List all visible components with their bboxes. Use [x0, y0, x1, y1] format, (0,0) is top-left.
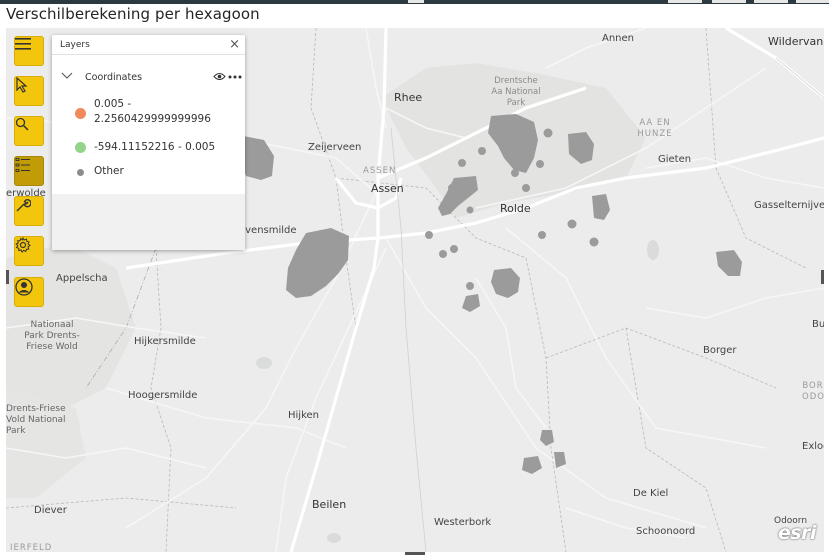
- tools-button[interactable]: [14, 196, 44, 226]
- place-label: Appelscha: [56, 273, 108, 284]
- park-label: Nationaal Park Drents- Friese Wold: [24, 320, 80, 352]
- place-label: Schoonoord: [636, 526, 696, 537]
- cluster-smilde: [286, 228, 349, 298]
- place-label: Westerbork: [434, 517, 492, 528]
- place-label: De Kiel: [633, 488, 669, 499]
- gear-icon: [15, 237, 31, 253]
- place-label: Hijkersmilde: [134, 336, 196, 347]
- place-label: Hijken: [288, 410, 320, 421]
- place-label: Gasselternijvee: [754, 200, 824, 211]
- eye-icon[interactable]: [213, 72, 226, 81]
- resize-handle-right[interactable]: [821, 270, 824, 284]
- place-label: Rhee: [394, 91, 423, 104]
- resize-handle-left[interactable]: [6, 270, 9, 284]
- wrench-icon: [16, 199, 31, 212]
- chevron-down-icon[interactable]: [61, 72, 73, 80]
- account-button[interactable]: [14, 277, 44, 307]
- top-bar-tab: [754, 0, 788, 3]
- cluster-south-2: [522, 456, 542, 474]
- person-icon: [15, 278, 33, 296]
- place-label: ovensmilde: [239, 225, 297, 236]
- search-button[interactable]: [14, 116, 44, 146]
- select-button[interactable]: [14, 76, 44, 106]
- cluster-south-3: [554, 452, 566, 468]
- menu-button[interactable]: [14, 36, 44, 66]
- place-label: Diever: [34, 505, 67, 516]
- map-view[interactable]: Annen Wildervank Rhee Drentsche Aa Nation…: [6, 28, 824, 552]
- place-label: Zeijerveen: [308, 142, 362, 153]
- hamburger-icon: [15, 38, 31, 50]
- place-label: Hoogersmilde: [128, 390, 198, 401]
- more-options-icon[interactable]: [228, 75, 242, 79]
- layers-panel: Layers × Coordinates 0.005 - 2.256042999…: [52, 35, 245, 250]
- legend-swatch: [75, 142, 86, 153]
- municipality-label: AA EN HUNZE: [637, 118, 673, 139]
- top-bar-tab: [712, 0, 746, 3]
- lake: [327, 533, 341, 543]
- top-bar-tab: [668, 0, 702, 3]
- cursor-arrow-icon: [16, 77, 28, 93]
- visual-title: Verschilberekening per hexagoon: [6, 5, 260, 23]
- place-label: Annen: [602, 33, 635, 44]
- municipality-label: IERFELD: [10, 543, 53, 552]
- top-bar-handle: [408, 0, 424, 3]
- layers-button[interactable]: [14, 156, 44, 186]
- cluster-rolde-south: [491, 268, 520, 298]
- cluster-far-east: [716, 250, 742, 276]
- place-label: Bu: [812, 319, 824, 330]
- legend-swatch: [77, 169, 84, 176]
- legend-label: Other: [94, 165, 124, 177]
- legend-swatch: [75, 108, 86, 119]
- layers-panel-header: Layers ×: [52, 35, 245, 55]
- layer-name: Coordinates: [85, 72, 143, 83]
- place-label: Beilen: [312, 498, 347, 511]
- place-label: Gieten: [658, 154, 692, 165]
- municipality-label: BOR ODO: [802, 381, 824, 402]
- park-label: Drentsche Aa National Park: [491, 76, 541, 108]
- legend-label: -594.11152216 - 0.005: [94, 141, 216, 153]
- park-label: Drents-Friese Vold National Park: [6, 404, 66, 436]
- municipality-label: ASSEN: [363, 166, 397, 176]
- cluster-south: [540, 430, 554, 446]
- lake: [647, 240, 659, 260]
- lake: [256, 357, 272, 369]
- layers-panel-title: Layers: [60, 40, 90, 50]
- magnifier-icon: [15, 117, 29, 131]
- legend-label: 0.005 - 2.2560429999999996: [94, 98, 211, 125]
- place-label: Wildervank: [768, 35, 824, 48]
- place-label: Exloo: [802, 441, 824, 452]
- close-icon[interactable]: ×: [229, 37, 240, 52]
- cluster-mid: [462, 294, 480, 312]
- top-bar-tab: [796, 0, 829, 3]
- place-label: Assen: [371, 182, 404, 195]
- railway: [775, 57, 824, 99]
- place-label: Borger: [703, 345, 737, 356]
- layers-panel-footer: [52, 194, 245, 250]
- esri-logo: esri: [777, 522, 817, 544]
- layer-list-icon: [15, 158, 30, 172]
- cluster-east: [592, 194, 610, 220]
- settings-button[interactable]: [14, 236, 44, 266]
- report-top-bar: [0, 0, 829, 4]
- place-label: Rolde: [500, 202, 531, 215]
